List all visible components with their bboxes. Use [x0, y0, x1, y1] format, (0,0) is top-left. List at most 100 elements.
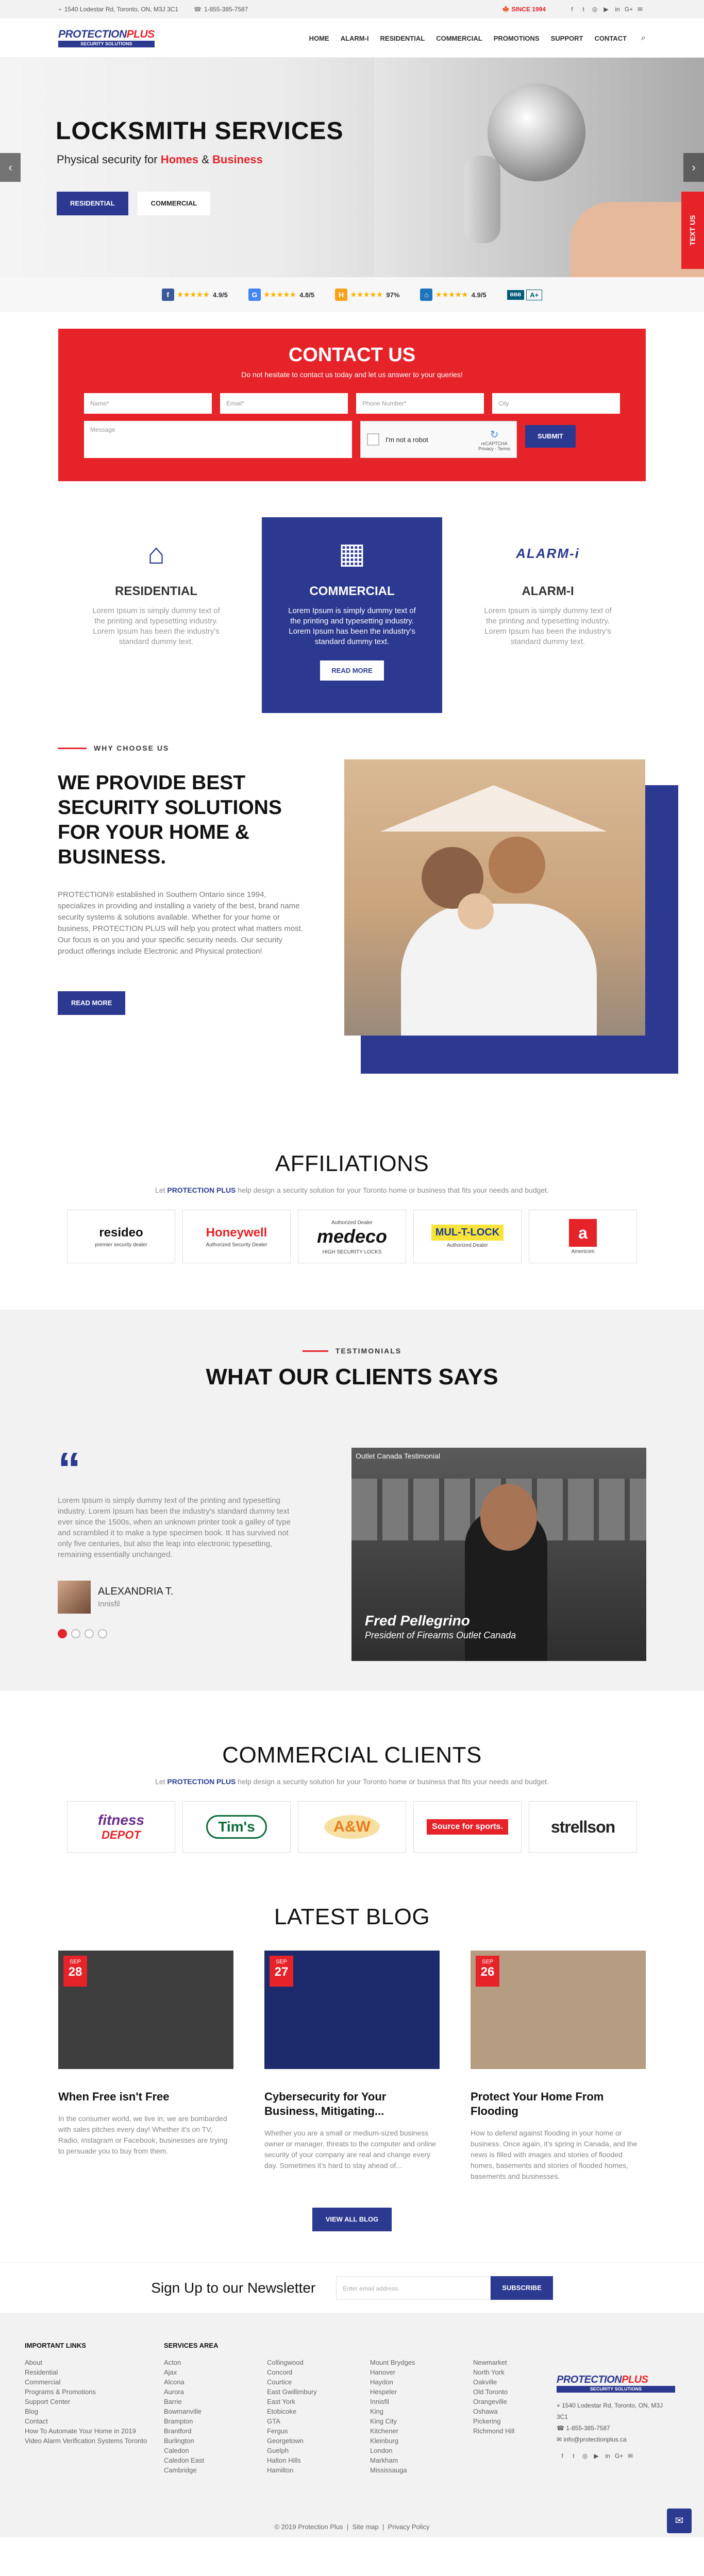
email-icon[interactable]: ✉ — [625, 2452, 636, 2460]
footer-link[interactable]: East York — [267, 2397, 349, 2406]
chat-icon[interactable]: ✉ — [667, 2509, 692, 2533]
footer-link[interactable]: Haydon — [370, 2377, 452, 2387]
blog-post-image[interactable]: SEP 27 — [264, 1951, 440, 2069]
commercial-read-more-button[interactable]: READ MORE — [320, 660, 384, 681]
slider-dot[interactable] — [85, 1629, 94, 1638]
footer-link[interactable]: Etobicoke — [267, 2406, 349, 2416]
footer-link[interactable]: Halton Hills — [267, 2455, 349, 2465]
footer-link[interactable]: Programs & Promotions — [25, 2387, 148, 2397]
nav-home[interactable]: HOME — [309, 35, 329, 42]
footer-link[interactable]: How To Automate Your Home in 2019 — [25, 2426, 148, 2436]
footer-link[interactable]: Collingwood — [267, 2358, 349, 2367]
footer-link[interactable]: Kitchener — [370, 2426, 452, 2436]
sitemap-link[interactable]: Site map — [352, 2523, 378, 2531]
footer-link[interactable]: Brampton — [164, 2416, 246, 2426]
footer-link[interactable]: Brantford — [164, 2426, 246, 2436]
email-icon[interactable]: ✉ — [634, 6, 646, 13]
google-plus-icon[interactable]: G+ — [623, 6, 634, 13]
footer-link[interactable]: Hanover — [370, 2367, 452, 2377]
footer-link[interactable]: Cambridge — [164, 2465, 246, 2475]
hero-commercial-button[interactable]: COMMERCIAL — [137, 192, 211, 215]
blog-post-image[interactable]: SEP 26 — [471, 1951, 646, 2069]
instagram-icon[interactable]: ◎ — [579, 2452, 591, 2460]
footer-link[interactable]: Richmond Hill — [473, 2426, 556, 2436]
footer-link[interactable]: Video Alarm Verification Systems Toronto — [25, 2436, 148, 2446]
footer-link[interactable]: London — [370, 2446, 452, 2455]
nav-commercial[interactable]: COMMERCIAL — [436, 35, 482, 42]
footer-link[interactable]: Residential — [25, 2367, 148, 2377]
hero-residential-button[interactable]: RESIDENTIAL — [57, 192, 128, 215]
footer-link[interactable]: Alcona — [164, 2377, 246, 2387]
facebook-icon[interactable]: f — [557, 2452, 568, 2460]
footer-link[interactable]: About — [25, 2358, 148, 2367]
footer-link[interactable]: Mississauga — [370, 2465, 452, 2475]
footer-link[interactable]: Pickering — [473, 2416, 556, 2426]
footer-link[interactable]: Kleinburg — [370, 2436, 452, 2446]
footer-link[interactable]: Acton — [164, 2358, 246, 2367]
slider-dot[interactable] — [58, 1629, 67, 1638]
rating-item[interactable]: G ★★★★★ 4.8/5 — [248, 289, 314, 301]
view-all-blog-button[interactable]: VIEW ALL BLOG — [312, 2208, 392, 2231]
blog-post-card[interactable]: SEP 28 When Free isn't Free In the consumer… — [58, 1951, 233, 2182]
footer-link[interactable]: Oakville — [473, 2377, 556, 2387]
footer-link[interactable]: Markham — [370, 2455, 452, 2465]
footer-link[interactable]: Caledon East — [164, 2455, 246, 2465]
site-logo[interactable]: PROTECTIONPLUS SECURITY SOLUTIONS — [58, 29, 155, 47]
rating-item[interactable]: H ★★★★★ 97% — [335, 289, 399, 301]
footer-link[interactable]: Commercial — [25, 2377, 148, 2387]
chevron-left-icon[interactable]: ‹ — [0, 153, 21, 182]
blog-post-title[interactable]: When Free isn't Free — [58, 2090, 233, 2104]
footer-link[interactable]: Contact — [25, 2416, 148, 2426]
footer-link[interactable]: Hespeler — [370, 2387, 452, 2397]
topbar-phone[interactable]: ☎ 1-855-385-7587 — [194, 6, 248, 13]
footer-link[interactable]: Caledon — [164, 2446, 246, 2455]
facebook-icon[interactable]: f — [566, 6, 578, 13]
footer-link[interactable]: Barrie — [164, 2397, 246, 2406]
youtube-icon[interactable]: ▶ — [591, 2452, 602, 2460]
name-field[interactable]: Name* — [84, 393, 212, 414]
nav-contact[interactable]: CONTACT — [594, 35, 627, 42]
footer-link[interactable]: Burlington — [164, 2436, 246, 2446]
footer-link[interactable]: King City — [370, 2416, 452, 2426]
blog-post-title[interactable]: Cybersecurity for Your Business, Mitigat… — [264, 2090, 440, 2119]
instagram-icon[interactable]: ◎ — [589, 6, 600, 13]
footer-link[interactable]: Oshawa — [473, 2406, 556, 2416]
privacy-policy-link[interactable]: Privacy Policy — [388, 2523, 430, 2531]
subscribe-button[interactable]: SUBSCRIBE — [491, 2276, 553, 2300]
footer-link[interactable]: GTA — [267, 2416, 349, 2426]
twitter-icon[interactable]: t — [578, 6, 589, 13]
nav-promotions[interactable]: PROMOTIONS — [494, 35, 540, 42]
slider-dot[interactable] — [98, 1629, 107, 1638]
blog-post-card[interactable]: SEP 27 Cybersecurity for Your Business, Mi… — [264, 1951, 440, 2182]
why-read-more-button[interactable]: READ MORE — [58, 991, 126, 1015]
footer-link[interactable]: Hamilton — [267, 2465, 349, 2475]
service-card-alarm-i[interactable]: ALARM-i ALARM-I Lorem Ipsum is simply du… — [458, 517, 638, 713]
youtube-icon[interactable]: ▶ — [600, 6, 612, 13]
footer-link[interactable]: Fergus — [267, 2426, 349, 2436]
chevron-right-icon[interactable]: › — [683, 153, 704, 182]
nav-alarm-i[interactable]: ALARM-I — [341, 35, 369, 42]
service-card-commercial[interactable]: ▦ COMMERCIAL Lorem Ipsum is simply dummy… — [262, 517, 442, 713]
email-field[interactable]: Email* — [220, 393, 348, 414]
footer-link[interactable]: Newmarket — [473, 2358, 556, 2367]
footer-logo[interactable]: PROTECTIONPLUS SECURITY SOLUTIONS — [557, 2375, 675, 2393]
submit-button[interactable]: SUBMIT — [525, 425, 576, 448]
blog-post-image[interactable]: SEP 28 — [58, 1951, 233, 2069]
blog-post-title[interactable]: Protect Your Home From Flooding — [471, 2090, 646, 2119]
footer-link[interactable]: Aurora — [164, 2387, 246, 2397]
linkedin-icon[interactable]: in — [602, 2452, 613, 2460]
message-field[interactable]: Message — [84, 421, 352, 458]
nav-support[interactable]: SUPPORT — [551, 35, 583, 42]
rating-item[interactable]: ⌂ ★★★★★ 4.9/5 — [420, 289, 487, 301]
twitter-icon[interactable]: t — [568, 2452, 579, 2460]
footer-link[interactable]: Orangeville — [473, 2397, 556, 2406]
text-us-button[interactable]: TEXT US — [681, 192, 704, 269]
linkedin-icon[interactable]: in — [612, 6, 623, 13]
bbb-rating[interactable]: BBB A+ — [507, 289, 543, 300]
service-card-residential[interactable]: ⌂ RESIDENTIAL Lorem Ipsum is simply dumm… — [66, 517, 246, 713]
footer-link[interactable]: Georgetown — [267, 2436, 349, 2446]
footer-link[interactable]: Mount Brydges — [370, 2358, 452, 2367]
blog-post-card[interactable]: SEP 26 Protect Your Home From Flooding How … — [471, 1951, 646, 2182]
footer-link[interactable]: King — [370, 2406, 452, 2416]
footer-link[interactable]: Guelph — [267, 2446, 349, 2455]
